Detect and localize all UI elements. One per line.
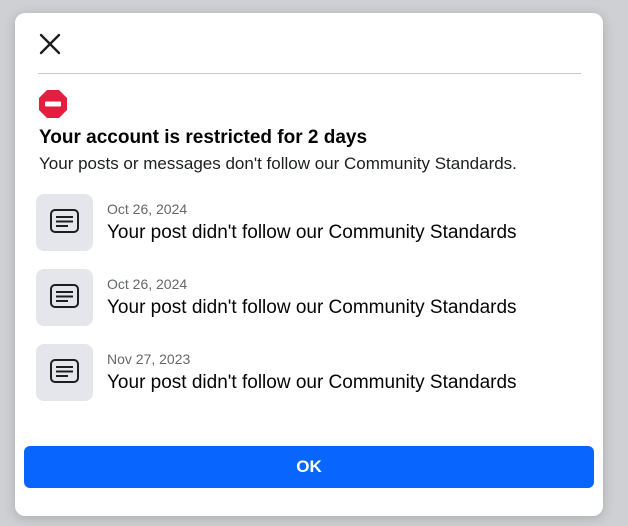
violation-icon-tile: [36, 344, 93, 401]
violation-item: Nov 27, 2023 Your post didn't follow our…: [36, 344, 576, 402]
restriction-dialog: Your account is restricted for 2 days Yo…: [15, 13, 603, 516]
close-button[interactable]: [37, 31, 63, 57]
restricted-icon: [38, 89, 68, 119]
dialog-subtitle: Your posts or messages don't follow our …: [39, 154, 517, 173]
violation-date: Oct 26, 2024: [107, 201, 188, 217]
document-icon: [50, 209, 79, 233]
violation-text: Your post didn't follow our Community St…: [107, 297, 517, 318]
violation-icon-tile: [36, 194, 93, 251]
header-divider: [38, 73, 581, 74]
document-icon: [50, 284, 79, 308]
violation-item: Oct 26, 2024 Your post didn't follow our…: [36, 269, 576, 327]
violation-date: Oct 26, 2024: [107, 276, 188, 292]
violation-text: Your post didn't follow our Community St…: [107, 372, 517, 393]
violation-item: Oct 26, 2024 Your post didn't follow our…: [36, 194, 576, 252]
ok-button[interactable]: OK: [24, 446, 594, 488]
violation-text: Your post didn't follow our Community St…: [107, 222, 517, 243]
violation-date: Nov 27, 2023: [107, 351, 191, 367]
dialog-title: Your account is restricted for 2 days: [39, 127, 368, 148]
close-icon: [39, 33, 61, 55]
document-icon: [50, 359, 79, 383]
violation-icon-tile: [36, 269, 93, 326]
